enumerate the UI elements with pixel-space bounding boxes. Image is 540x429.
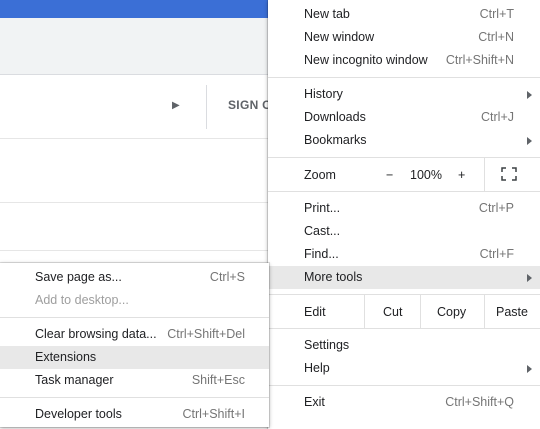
menu-item-label: Bookmarks (304, 133, 367, 147)
menu-item-print[interactable]: Print... Ctrl+P (268, 197, 540, 220)
menu-item-shortcut: Ctrl+T (479, 7, 514, 21)
zoom-out-button[interactable]: − (386, 168, 393, 182)
menu-separator (268, 328, 540, 329)
menu-item-label: Add to desktop... (35, 293, 129, 307)
cut-label: Cut (383, 305, 403, 319)
menu-item-label: Task manager (35, 373, 114, 387)
menu-item-shortcut: Ctrl+F (479, 247, 514, 261)
sign-in-link[interactable]: SIGN C (228, 98, 271, 112)
menu-item-cast[interactable]: Cast... (268, 220, 540, 243)
divider (0, 250, 268, 251)
menu-item-history[interactable]: History (268, 83, 540, 106)
menu-item-label: Extensions (35, 350, 97, 364)
menu-item-exit[interactable]: Exit Ctrl+Shift+Q (268, 391, 540, 414)
menu-item-bookmarks[interactable]: Bookmarks (268, 129, 540, 152)
zoom-level: 100% (410, 168, 442, 182)
menu-item-label: More tools (304, 270, 363, 284)
divider (0, 202, 268, 203)
submenu-item-save-page-as[interactable]: Save page as... Ctrl+S (0, 266, 269, 289)
menu-item-label: New incognito window (304, 53, 428, 67)
menu-item-shortcut: Ctrl+S (209, 270, 245, 284)
menu-item-shortcut: Ctrl+N (478, 30, 514, 44)
submenu-arrow-icon (527, 274, 532, 282)
divider (206, 85, 207, 129)
menu-item-shortcut: Ctrl+Shift+N (445, 53, 514, 67)
menu-item-label: Save page as... (35, 270, 122, 284)
menu-item-label: Help (304, 361, 330, 375)
submenu-item-developer-tools[interactable]: Developer tools Ctrl+Shift+I (0, 403, 269, 426)
menu-item-help[interactable]: Help (268, 357, 540, 380)
menu-item-label: Print... (304, 201, 341, 215)
menu-item-find[interactable]: Find... Ctrl+F (268, 243, 540, 266)
copy-button[interactable]: Copy (420, 295, 485, 328)
chevron-right-icon[interactable]: ▶ (172, 100, 180, 111)
menu-item-new-window[interactable]: New window Ctrl+N (268, 26, 540, 49)
menu-item-shortcut: Ctrl+Shift+Del (167, 327, 245, 341)
fullscreen-button[interactable] (484, 158, 540, 191)
submenu-item-add-to-desktop: Add to desktop... (0, 289, 269, 312)
menu-separator (0, 317, 269, 318)
menu-item-shortcut: Shift+Esc (191, 373, 245, 387)
menu-separator (268, 77, 540, 78)
menu-item-label: New window (304, 30, 375, 44)
copy-label: Copy (437, 305, 467, 319)
menu-item-shortcut: Ctrl+J (481, 110, 514, 124)
menu-item-new-tab[interactable]: New tab Ctrl+T (268, 3, 540, 26)
menu-item-downloads[interactable]: Downloads Ctrl+J (268, 106, 540, 129)
menu-item-label: History (304, 87, 343, 101)
menu-item-label: Settings (304, 338, 350, 352)
menu-item-label: Cast... (304, 224, 341, 238)
menu-separator (268, 191, 540, 192)
edit-row: Edit Cut Copy Paste (268, 295, 540, 328)
submenu-arrow-icon (527, 91, 532, 99)
more-tools-submenu: Save page as... Ctrl+S Add to desktop...… (0, 263, 269, 427)
zoom-label: Zoom (304, 168, 336, 182)
menu-item-label: Clear browsing data... (35, 327, 157, 341)
menu-item-label: Developer tools (35, 407, 122, 421)
menu-item-label: Downloads (304, 110, 366, 124)
menu-item-settings[interactable]: Settings (268, 334, 540, 357)
submenu-arrow-icon (527, 365, 532, 373)
submenu-item-clear-browsing-data[interactable]: Clear browsing data... Ctrl+Shift+Del (0, 323, 269, 346)
menu-item-shortcut: Ctrl+Shift+I (182, 407, 245, 421)
menu-item-label: Find... (304, 247, 339, 261)
menu-item-new-incognito-window[interactable]: New incognito window Ctrl+Shift+N (268, 49, 540, 72)
menu-item-label: Exit (304, 395, 325, 409)
fullscreen-icon (501, 167, 517, 181)
menu-item-shortcut: Ctrl+Shift+Q (445, 395, 514, 409)
submenu-item-extensions[interactable]: Extensions (0, 346, 269, 369)
menu-separator (0, 397, 269, 398)
cut-button[interactable]: Cut (364, 295, 421, 328)
menu-item-shortcut: Ctrl+P (478, 201, 514, 215)
zoom-in-button[interactable]: + (458, 168, 465, 182)
menu-item-label: New tab (304, 7, 350, 21)
browser-main-menu: New tab Ctrl+T New window Ctrl+N New inc… (268, 0, 540, 429)
menu-item-more-tools[interactable]: More tools (268, 266, 540, 289)
submenu-item-task-manager[interactable]: Task manager Shift+Esc (0, 369, 269, 392)
paste-label: Paste (496, 305, 528, 319)
zoom-row: Zoom − 100% + (268, 158, 540, 191)
paste-button[interactable]: Paste (484, 295, 540, 328)
edit-label: Edit (304, 305, 326, 319)
submenu-arrow-icon (527, 137, 532, 145)
menu-separator (268, 385, 540, 386)
